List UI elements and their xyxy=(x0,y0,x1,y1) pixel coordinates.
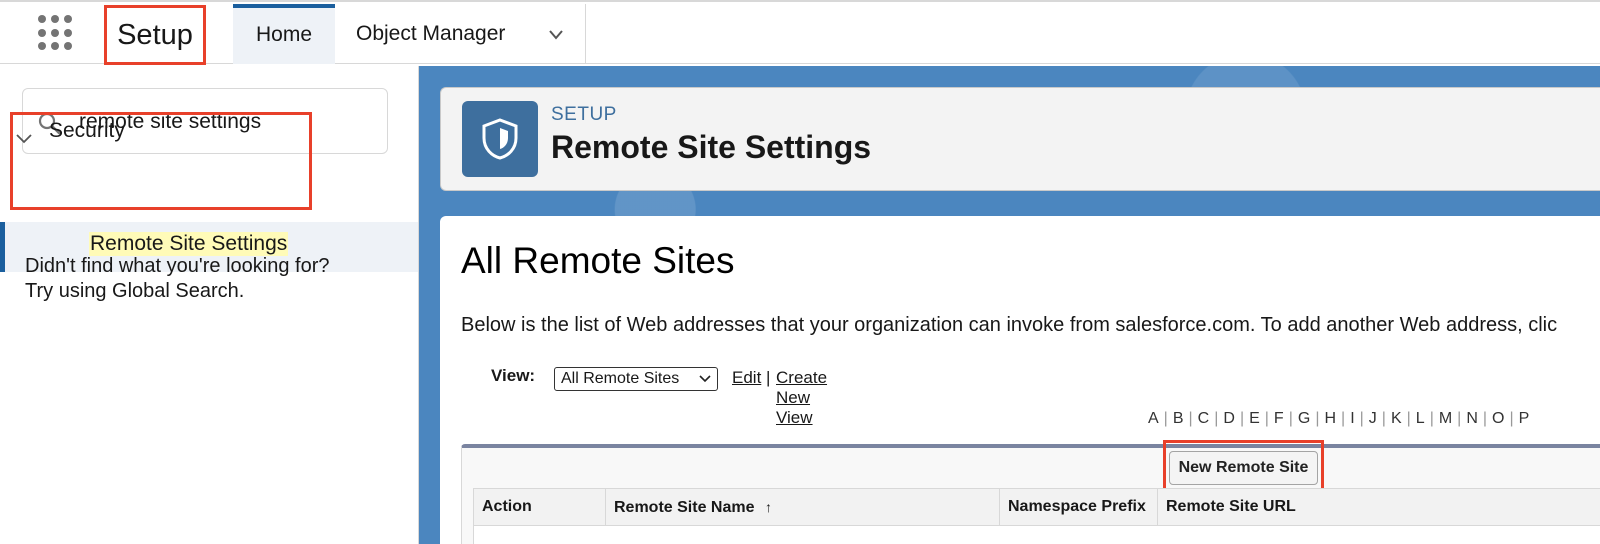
table-header-row: Action Remote Site Name ↑ Namespace Pref… xyxy=(473,488,1600,526)
tree-section-security[interactable]: Security xyxy=(12,113,312,159)
app-name: Setup xyxy=(104,5,206,65)
page-header-eyebrow: SETUP xyxy=(551,104,617,125)
column-header-namespace-prefix: Namespace Prefix xyxy=(1000,489,1158,525)
column-header-remote-site-name[interactable]: Remote Site Name ↑ xyxy=(606,489,1000,525)
chevron-down-icon[interactable] xyxy=(549,28,563,42)
alpha-filter-h[interactable]: H xyxy=(1319,410,1341,428)
alpha-filter-k[interactable]: K xyxy=(1386,410,1407,428)
tree-section-label: Security xyxy=(49,119,125,142)
alpha-filter-j[interactable]: J xyxy=(1364,410,1382,428)
global-header: Setup Home Object Manager xyxy=(0,0,1600,65)
sort-arrow-icon: ↑ xyxy=(764,499,772,515)
alpha-filter-b[interactable]: B xyxy=(1168,410,1189,428)
chevron-down-icon[interactable] xyxy=(16,134,32,144)
view-select-value: All Remote Sites xyxy=(561,370,680,387)
tab-object-manager-label: Object Manager xyxy=(356,22,506,45)
column-header-remote-site-url: Remote Site URL xyxy=(1166,498,1296,515)
shield-icon xyxy=(482,118,518,160)
view-select[interactable]: All Remote Sites xyxy=(554,367,718,391)
view-label: View: xyxy=(491,366,536,385)
column-header-label: Remote Site Name xyxy=(614,499,755,516)
table-body xyxy=(473,526,1600,544)
chevron-down-icon xyxy=(699,375,711,383)
link-separator: | xyxy=(766,368,771,387)
alpha-filter-o[interactable]: O xyxy=(1487,410,1509,428)
alphabet-filter: A | B | C | D | E | F | G | H | I | J | K | L | M | N | O | P xyxy=(1143,410,1534,432)
app-launcher-icon[interactable] xyxy=(38,15,74,51)
edit-view-link[interactable]: Edit xyxy=(732,368,761,388)
selected-indicator xyxy=(0,222,5,272)
list-title: All Remote Sites xyxy=(461,240,735,281)
tab-home[interactable]: Home xyxy=(233,4,335,64)
alpha-filter-n[interactable]: N xyxy=(1461,410,1483,428)
tab-object-manager[interactable]: Object Manager xyxy=(336,4,586,64)
help-line-1: Didn't find what you're looking for? xyxy=(25,255,330,277)
alpha-filter-a[interactable]: A xyxy=(1143,410,1164,428)
page-title: Remote Site Settings xyxy=(551,129,872,165)
new-remote-site-button[interactable]: New Remote Site xyxy=(1169,451,1318,485)
alpha-filter-i[interactable]: I xyxy=(1345,410,1359,428)
tree-item-label: Remote Site Settings xyxy=(89,232,289,256)
alpha-filter-g[interactable]: G xyxy=(1293,410,1315,428)
alpha-filter-d[interactable]: D xyxy=(1218,410,1240,428)
alpha-filter-f[interactable]: F xyxy=(1269,410,1289,428)
alpha-filter-e[interactable]: E xyxy=(1244,410,1265,428)
help-text: Didn't find what you're looking for? Try… xyxy=(25,254,329,304)
alpha-filter-m[interactable]: M xyxy=(1434,410,1457,428)
create-new-view-link[interactable]: Create New View xyxy=(776,368,827,428)
page-header-icon xyxy=(462,101,538,177)
column-header-action: Action xyxy=(474,489,606,525)
alpha-filter-c[interactable]: C xyxy=(1193,410,1215,428)
alpha-filter-p[interactable]: P xyxy=(1514,410,1535,428)
help-line-2: Try using Global Search. xyxy=(25,280,245,302)
alpha-filter-l[interactable]: L xyxy=(1411,410,1430,428)
description-text: Below is the list of Web addresses that … xyxy=(461,314,1558,336)
